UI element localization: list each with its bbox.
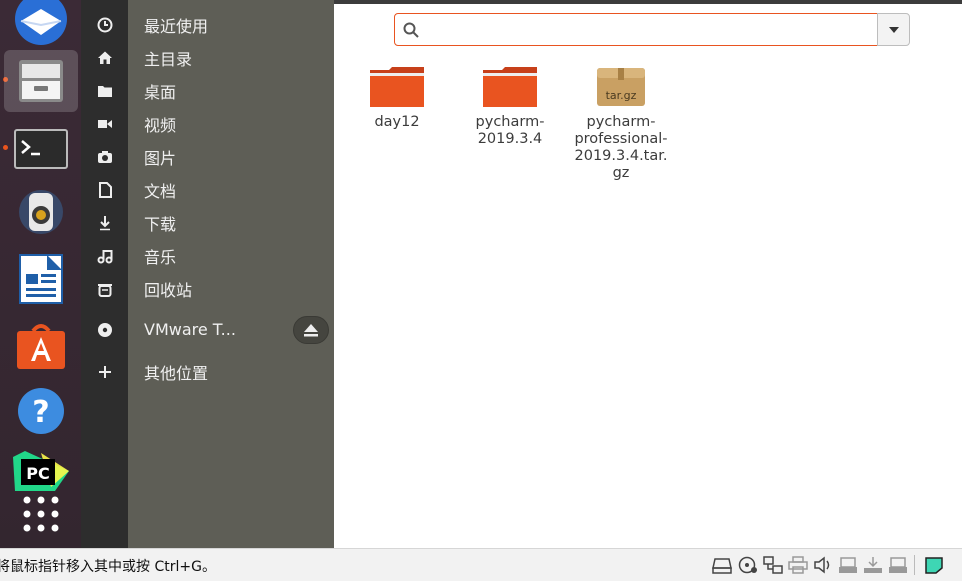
chevron-down-icon bbox=[888, 26, 899, 33]
sidebar-item-pictures[interactable]: 图片 bbox=[81, 140, 334, 173]
search-options-button[interactable] bbox=[877, 13, 910, 46]
folder-icon bbox=[483, 67, 537, 107]
folder-icon bbox=[370, 67, 424, 107]
network-icon[interactable] bbox=[763, 556, 783, 574]
sidebar-item-label: 图片 bbox=[144, 148, 177, 168]
dock-item-show-apps[interactable] bbox=[4, 483, 78, 545]
file-view: day12 pycharm-2019.3.4 tar.gz pycharm-pr… bbox=[334, 0, 962, 548]
eject-button[interactable] bbox=[293, 315, 329, 344]
header-edge bbox=[334, 0, 962, 4]
terminal-icon bbox=[14, 129, 68, 169]
music-icon bbox=[81, 248, 128, 264]
sidebar-item-label: 下载 bbox=[144, 214, 177, 234]
svg-text:PC: PC bbox=[26, 464, 49, 483]
plus-icon bbox=[81, 365, 128, 379]
message-icon[interactable] bbox=[924, 556, 944, 574]
sidebar-item-videos[interactable]: 视频 bbox=[81, 107, 334, 140]
trash-icon bbox=[81, 281, 128, 297]
file-item-pycharm-tar-gz[interactable]: tar.gz pycharm-professional-2019.3.4.tar… bbox=[573, 66, 669, 182]
sidebar-item-label: VMware T... bbox=[144, 320, 236, 339]
sidebar-item-label: 主目录 bbox=[144, 49, 193, 69]
home-icon bbox=[81, 50, 128, 66]
file-item-day12[interactable]: day12 bbox=[349, 66, 445, 131]
sidebar-item-home[interactable]: 主目录 bbox=[81, 41, 334, 74]
sidebar-item-label: 桌面 bbox=[144, 82, 177, 102]
dock-item-writer[interactable] bbox=[4, 248, 78, 310]
file-name: pycharm-professional-2019.3.4.tar.gz bbox=[574, 114, 668, 181]
libreoffice-writer-icon bbox=[19, 254, 63, 304]
dock: ? PC bbox=[0, 0, 81, 548]
sidebar-item-music[interactable]: 音乐 bbox=[81, 239, 334, 272]
app-grid-icon bbox=[23, 496, 59, 532]
sound-icon[interactable] bbox=[813, 556, 833, 574]
sidebar-item-recent[interactable]: 最近使用 bbox=[81, 8, 334, 41]
rhythmbox-icon bbox=[19, 190, 63, 234]
desktop-folder-icon bbox=[81, 83, 128, 99]
svg-text:?: ? bbox=[32, 395, 49, 430]
svg-text:tar.gz: tar.gz bbox=[606, 89, 637, 102]
document-icon bbox=[81, 181, 128, 198]
sidebar-item-label: 其他位置 bbox=[144, 363, 209, 383]
thunderbird-icon bbox=[15, 0, 67, 45]
printer-icon[interactable] bbox=[788, 556, 808, 574]
video-icon bbox=[81, 116, 128, 132]
dock-item-thunderbird[interactable] bbox=[4, 0, 78, 50]
sidebar-item-label: 最近使用 bbox=[144, 16, 209, 36]
cd-drive-icon[interactable] bbox=[738, 556, 758, 574]
dock-item-help[interactable]: ? bbox=[4, 380, 78, 442]
software-center-icon bbox=[17, 324, 65, 369]
download-icon bbox=[81, 215, 128, 231]
download-tray-icon[interactable] bbox=[863, 556, 883, 574]
status-hint: 将鼠标指针移入其中或按 Ctrl+G。 bbox=[0, 559, 216, 575]
usb-device-icon[interactable] bbox=[838, 556, 858, 574]
sidebar-item-label: 文档 bbox=[144, 181, 177, 201]
sidebar-item-label: 回收站 bbox=[144, 280, 193, 300]
files-icon bbox=[19, 60, 63, 102]
sidebar-item-downloads[interactable]: 下载 bbox=[81, 206, 334, 239]
dock-item-terminal[interactable] bbox=[4, 118, 78, 180]
dock-item-files[interactable] bbox=[4, 50, 78, 112]
help-icon: ? bbox=[18, 388, 64, 434]
eject-icon bbox=[304, 323, 318, 336]
sidebar-item-label: 视频 bbox=[144, 115, 177, 135]
dock-item-software[interactable] bbox=[4, 315, 78, 377]
sidebar-item-documents[interactable]: 文档 bbox=[81, 173, 334, 206]
archive-icon: tar.gz bbox=[597, 68, 645, 106]
file-item-pycharm-2019-3-4[interactable]: pycharm-2019.3.4 bbox=[462, 66, 558, 148]
dock-item-rhythmbox[interactable] bbox=[4, 181, 78, 243]
search-box[interactable] bbox=[394, 13, 878, 46]
file-name: day12 bbox=[374, 114, 420, 130]
sidebar-item-desktop[interactable]: 桌面 bbox=[81, 74, 334, 107]
clock-icon bbox=[81, 17, 128, 33]
places-sidebar: 最近使用 主目录 桌面 视频 图片 文档 下载 音乐 回收站 VMware T.… bbox=[81, 0, 334, 548]
sidebar-item-other-locations[interactable]: 其他位置 bbox=[81, 355, 334, 388]
hard-disk-icon[interactable] bbox=[712, 556, 732, 574]
divider bbox=[914, 555, 915, 575]
search-icon bbox=[395, 22, 419, 38]
sidebar-item-trash[interactable]: 回收站 bbox=[81, 272, 334, 305]
usb-device-icon[interactable] bbox=[888, 556, 908, 574]
vm-status-bar: 将鼠标指针移入其中或按 Ctrl+G。 bbox=[0, 548, 962, 581]
camera-icon bbox=[81, 149, 128, 165]
sidebar-item-label: 音乐 bbox=[144, 247, 177, 267]
file-name: pycharm-2019.3.4 bbox=[475, 114, 545, 147]
sidebar-item-vmware-tools[interactable]: VMware T... bbox=[81, 313, 334, 346]
disc-icon bbox=[81, 322, 128, 338]
search-input[interactable] bbox=[419, 15, 849, 44]
